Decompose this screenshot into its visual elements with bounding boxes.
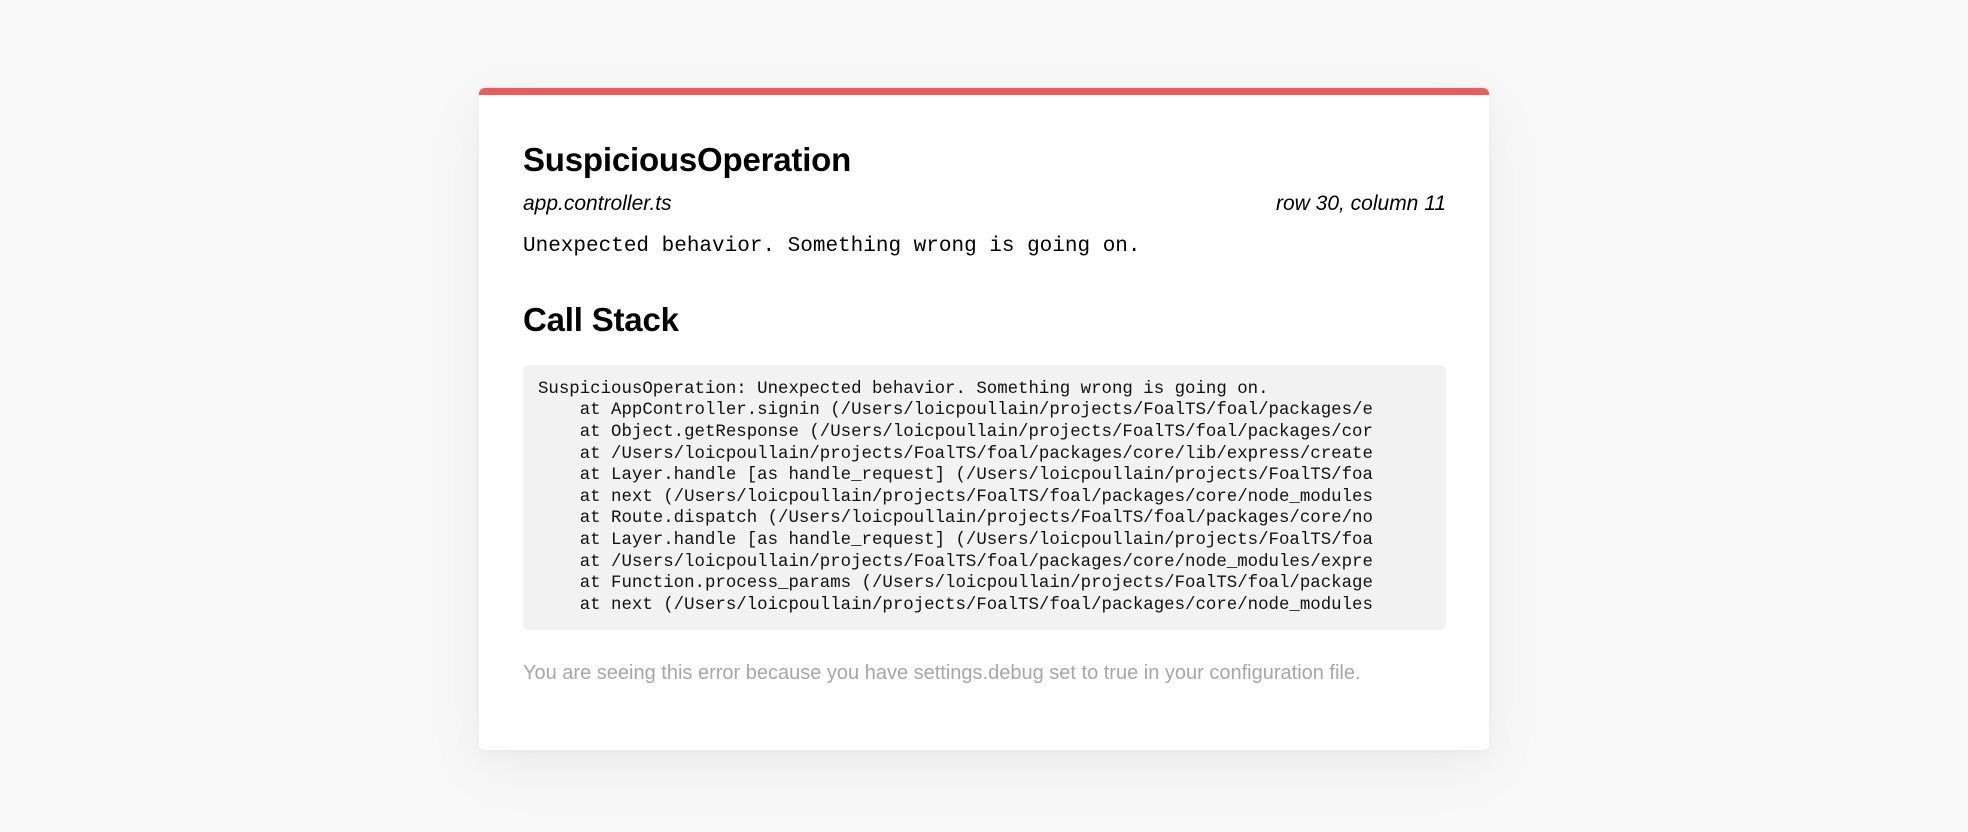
stack-line: at Layer.handle [as handle_request] (/Us… — [538, 466, 1373, 486]
call-stack-block[interactable]: SuspiciousOperation: Unexpected behavior… — [523, 364, 1446, 630]
stack-line: at /Users/loicpoullain/projects/FoalTS/f… — [538, 552, 1373, 572]
error-title: SuspiciousOperation — [523, 141, 852, 178]
stack-line: at Function.process_params (/Users/loicp… — [538, 574, 1373, 594]
stack-line: at AppController.signin (/Users/loicpoul… — [538, 401, 1373, 421]
error-file: app.controller.ts — [523, 191, 672, 215]
error-meta: app.controller.ts row 30, column 11 — [523, 190, 1446, 217]
stack-line: at next (/Users/loicpoullain/projects/Fo… — [538, 487, 1373, 507]
error-message: Unexpected behavior. Something wrong is … — [523, 234, 1141, 258]
call-stack-title: Call Stack — [523, 301, 679, 339]
stack-line: at /Users/loicpoullain/projects/FoalTS/f… — [538, 444, 1373, 464]
stack-line: at Route.dispatch (/Users/loicpoullain/p… — [538, 509, 1373, 529]
stack-line: at Layer.handle [as handle_request] (/Us… — [538, 531, 1373, 551]
stack-line: SuspiciousOperation: Unexpected behavior… — [538, 379, 1269, 399]
stack-line: at Object.getResponse (/Users/loicpoulla… — [538, 423, 1373, 443]
error-card: SuspiciousOperation app.controller.ts ro… — [479, 88, 1489, 750]
debug-notice: You are seeing this error because you ha… — [523, 661, 1361, 684]
error-location: row 30, column 11 — [1275, 191, 1446, 215]
stack-line: at next (/Users/loicpoullain/projects/Fo… — [538, 595, 1373, 615]
